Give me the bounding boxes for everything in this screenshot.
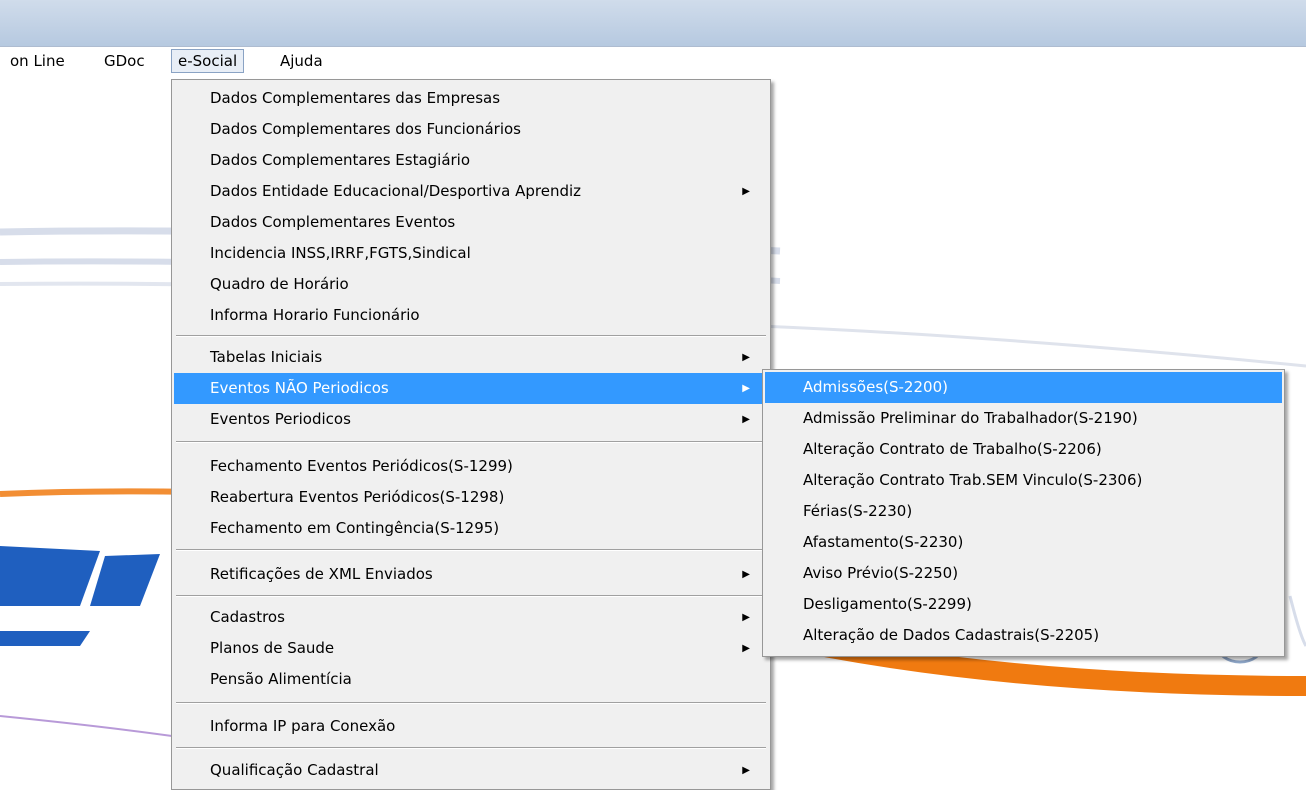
submenu-item-aviso-previo[interactable]: Aviso Prévio(S-2250) <box>765 558 1282 589</box>
menu-item-eventos-periodicos[interactable]: Eventos Periodicos ▶ <box>174 404 768 435</box>
submenu-arrow-icon: ▶ <box>742 414 750 425</box>
window-title-bar <box>0 0 1306 47</box>
submenu-item-alteracao-contrato-sem-vinculo[interactable]: Alteração Contrato Trab.SEM Vinculo(S-23… <box>765 465 1282 496</box>
menu-item-retificacoes-xml[interactable]: Retificações de XML Enviados ▶ <box>174 559 768 590</box>
menu-separator <box>176 595 766 597</box>
menu-item-incidencia[interactable]: Incidencia INSS,IRRF,FGTS,Sindical <box>174 238 768 269</box>
submenu-arrow-icon: ▶ <box>742 186 750 197</box>
menu-item-cadastros[interactable]: Cadastros ▶ <box>174 602 768 633</box>
menu-bar: on Line GDoc e-Social Ajuda <box>0 47 1306 75</box>
menu-item-tabelas-iniciais[interactable]: Tabelas Iniciais ▶ <box>174 342 768 373</box>
menu-item-dados-complementares-eventos[interactable]: Dados Complementares Eventos <box>174 207 768 238</box>
menu-separator <box>176 549 766 551</box>
menu-item-dados-complementares-empresas[interactable]: Dados Complementares das Empresas <box>174 83 768 114</box>
menu-separator <box>176 441 766 443</box>
menu-separator <box>176 702 766 704</box>
menu-separator <box>176 335 766 337</box>
submenu-arrow-icon: ▶ <box>742 352 750 363</box>
submenu-item-ferias[interactable]: Férias(S-2230) <box>765 496 1282 527</box>
menu-item-dados-complementares-estagiario[interactable]: Dados Complementares Estagiário <box>174 145 768 176</box>
submenu-item-desligamento[interactable]: Desligamento(S-2299) <box>765 589 1282 620</box>
submenu-arrow-icon: ▶ <box>742 383 750 394</box>
menu-gdoc[interactable]: GDoc <box>98 49 151 73</box>
menu-item-planos-saude[interactable]: Planos de Saude ▶ <box>174 633 768 664</box>
menu-item-fechamento-eventos-periodicos[interactable]: Fechamento Eventos Periódicos(S-1299) <box>174 451 768 482</box>
menu-ajuda[interactable]: Ajuda <box>274 49 329 73</box>
menu-item-quadro-horario[interactable]: Quadro de Horário <box>174 269 768 300</box>
submenu-item-afastamento[interactable]: Afastamento(S-2230) <box>765 527 1282 558</box>
menu-separator <box>176 747 766 749</box>
submenu-arrow-icon: ▶ <box>742 612 750 623</box>
menu-item-pensao-alimenticia[interactable]: Pensão Alimentícia <box>174 664 768 695</box>
menu-item-dados-complementares-funcionarios[interactable]: Dados Complementares dos Funcionários <box>174 114 768 145</box>
menu-item-qualificacao-cadastral[interactable]: Qualificação Cadastral ▶ <box>174 755 768 786</box>
submenu-item-alteracao-dados-cadastrais[interactable]: Alteração de Dados Cadastrais(S-2205) <box>765 620 1282 651</box>
menu-item-informa-ip-conexao[interactable]: Informa IP para Conexão <box>174 711 768 742</box>
submenu-arrow-icon: ▶ <box>742 569 750 580</box>
submenu-arrow-icon: ▶ <box>742 765 750 776</box>
submenu-item-admissoes[interactable]: Admissões(S-2200) <box>765 372 1282 403</box>
menu-esocial[interactable]: e-Social <box>171 49 245 73</box>
submenu-item-admissao-preliminar[interactable]: Admissão Preliminar do Trabalhador(S-219… <box>765 403 1282 434</box>
menu-item-dados-entidade-educacional[interactable]: Dados Entidade Educacional/Desportiva Ap… <box>174 176 768 207</box>
submenu-item-alteracao-contrato-trabalho[interactable]: Alteração Contrato de Trabalho(S-2206) <box>765 434 1282 465</box>
menu-item-eventos-nao-periodicos[interactable]: Eventos NÃO Periodicos ▶ <box>174 373 768 404</box>
eventos-nao-periodicos-submenu: Admissões(S-2200) Admissão Preliminar do… <box>762 369 1285 657</box>
esocial-dropdown-menu: Dados Complementares das Empresas Dados … <box>171 79 771 790</box>
menu-item-informa-horario-funcionario[interactable]: Informa Horario Funcionário <box>174 300 768 331</box>
submenu-arrow-icon: ▶ <box>742 643 750 654</box>
menu-online[interactable]: on Line <box>4 49 71 73</box>
menu-item-fechamento-contingencia[interactable]: Fechamento em Contingência(S-1295) <box>174 513 768 544</box>
menu-item-reabertura-eventos-periodicos[interactable]: Reabertura Eventos Periódicos(S-1298) <box>174 482 768 513</box>
